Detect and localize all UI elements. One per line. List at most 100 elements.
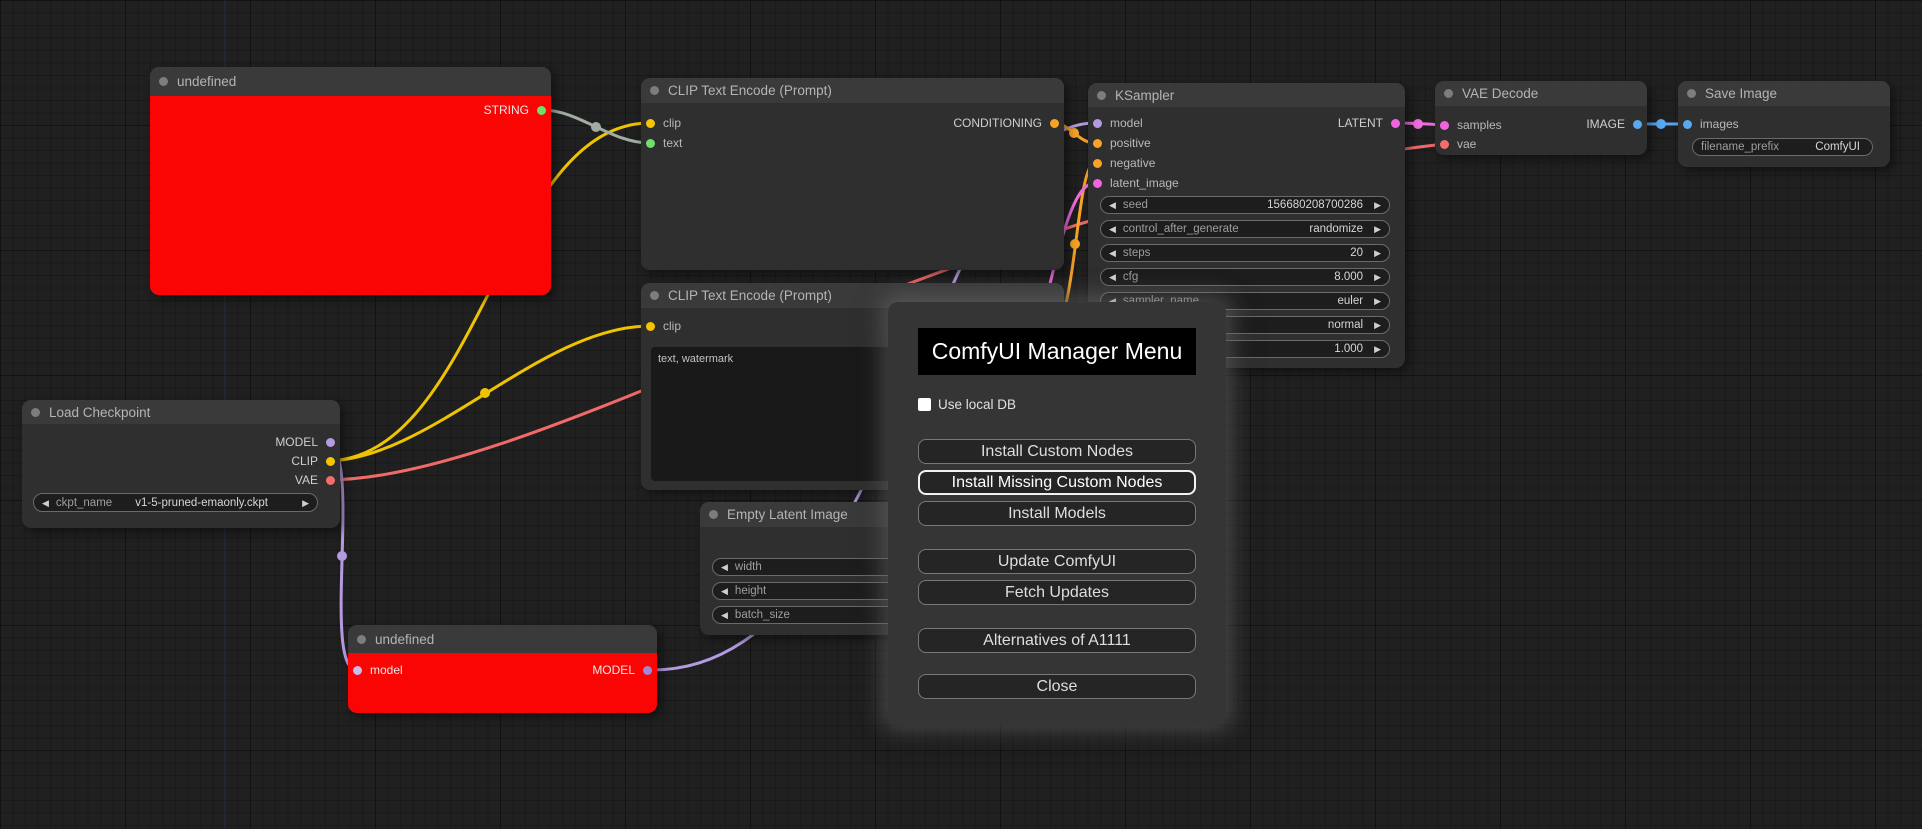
slot-dot[interactable] (1093, 178, 1102, 188)
node-vae-decode[interactable]: VAE Decode samples vae IMAGE (1435, 81, 1647, 155)
input-slot-clip[interactable]: clip (646, 114, 681, 132)
increment-arrow-icon[interactable] (1374, 319, 1381, 331)
node-title-bar[interactable]: undefined (150, 67, 551, 96)
output-slot-conditioning[interactable]: CONDITIONING (953, 114, 1059, 132)
widget-control-after-generate[interactable]: control_after_generate randomize (1100, 220, 1390, 238)
decrement-arrow-icon[interactable] (1109, 271, 1116, 283)
input-slot-model[interactable]: model (353, 661, 403, 679)
slot-dot[interactable] (643, 665, 652, 675)
decrement-arrow-icon[interactable] (721, 609, 728, 621)
increment-arrow-icon[interactable] (1374, 295, 1381, 307)
slot-dot[interactable] (1093, 158, 1102, 168)
collapse-dot-icon[interactable] (709, 510, 718, 519)
decrement-arrow-icon[interactable] (1109, 247, 1116, 259)
widget-steps[interactable]: steps 20 (1100, 244, 1390, 262)
decrement-arrow-icon[interactable] (721, 585, 728, 597)
widget-ckpt-name[interactable]: ckpt_name v1-5-pruned-emaonly.ckpt (33, 493, 318, 512)
node-save-image[interactable]: Save Image images filename_prefix ComfyU… (1678, 81, 1890, 167)
slot-label: clip (663, 116, 682, 130)
slot-dot[interactable] (1440, 120, 1449, 130)
input-slot-positive[interactable]: positive (1093, 134, 1151, 152)
node-title-bar[interactable]: undefined (348, 625, 657, 653)
slot-label: IMAGE (1586, 117, 1625, 131)
slot-dot[interactable] (1440, 139, 1449, 149)
alternatives-of-a1111-button[interactable]: Alternatives of A1111 (918, 628, 1196, 653)
update-comfyui-button[interactable]: Update ComfyUI (918, 549, 1196, 574)
slot-dot[interactable] (646, 321, 655, 331)
slot-dot[interactable] (646, 118, 655, 128)
slot-dot[interactable] (646, 138, 655, 148)
output-slot-clip[interactable]: CLIP (291, 452, 335, 470)
collapse-dot-icon[interactable] (159, 77, 168, 86)
collapse-dot-icon[interactable] (357, 634, 366, 644)
output-slot-image[interactable]: IMAGE (1586, 115, 1642, 133)
slot-dot[interactable] (1093, 118, 1102, 128)
collapse-dot-icon[interactable] (31, 407, 40, 417)
slot-dot[interactable] (353, 665, 362, 675)
slot-dot[interactable] (326, 475, 335, 485)
increment-arrow-icon[interactable] (1374, 271, 1381, 283)
node-title-bar[interactable]: Load Checkpoint (22, 400, 340, 424)
install-models-button[interactable]: Install Models (918, 501, 1196, 526)
slot-label: MODEL (592, 663, 635, 677)
output-slot-model[interactable]: MODEL (592, 661, 652, 679)
slot-dot[interactable] (1050, 118, 1059, 128)
decrement-arrow-icon[interactable] (1109, 199, 1116, 211)
input-slot-model[interactable]: model (1093, 114, 1143, 132)
widget-cfg[interactable]: cfg 8.000 (1100, 268, 1390, 286)
output-slot-latent[interactable]: LATENT (1338, 114, 1400, 132)
widget-filename-prefix[interactable]: filename_prefix ComfyUI (1692, 138, 1873, 156)
node-title-bar[interactable]: CLIP Text Encode (Prompt) (641, 78, 1064, 103)
increment-arrow-icon[interactable] (1374, 343, 1381, 355)
output-slot-model[interactable]: MODEL (275, 433, 335, 451)
slot-dot[interactable] (1633, 119, 1642, 129)
collapse-dot-icon[interactable] (1444, 89, 1453, 98)
install-missing-custom-nodes-button[interactable]: Install Missing Custom Nodes (918, 470, 1196, 495)
collapse-dot-icon[interactable] (650, 291, 659, 300)
increment-arrow-icon[interactable] (1374, 199, 1381, 211)
input-slot-latent-image[interactable]: latent_image (1093, 174, 1179, 192)
collapse-dot-icon[interactable] (1097, 90, 1106, 100)
decrement-arrow-icon[interactable] (1109, 223, 1116, 235)
increment-arrow-icon[interactable] (302, 497, 309, 509)
collapse-dot-icon[interactable] (650, 86, 659, 95)
close-button[interactable]: Close (918, 674, 1196, 699)
increment-arrow-icon[interactable] (1374, 247, 1381, 259)
input-slot-clip[interactable]: clip (646, 317, 681, 335)
slot-dot[interactable] (326, 437, 335, 447)
input-slot-samples[interactable]: samples (1440, 116, 1502, 134)
slot-dot[interactable] (1683, 119, 1692, 129)
node-undefined-bottom[interactable]: undefined model MODEL (348, 625, 657, 713)
decrement-arrow-icon[interactable] (42, 497, 49, 509)
use-local-db-row[interactable]: Use local DB (918, 397, 1196, 412)
node-canvas[interactable]: undefined STRING CLIP Text Encode (Promp… (0, 0, 1922, 829)
fetch-updates-button[interactable]: Fetch Updates (918, 580, 1196, 605)
slot-label: negative (1110, 156, 1156, 170)
node-title-bar[interactable]: KSampler (1088, 83, 1405, 107)
slot-dot[interactable] (1093, 138, 1102, 148)
node-undefined-top[interactable]: undefined STRING (150, 67, 551, 295)
install-custom-nodes-button[interactable]: Install Custom Nodes (918, 439, 1196, 464)
output-slot-string[interactable]: STRING (484, 101, 546, 119)
input-slot-negative[interactable]: negative (1093, 154, 1155, 172)
slot-dot[interactable] (1391, 118, 1400, 128)
use-local-db-checkbox[interactable] (918, 398, 931, 411)
input-slot-images[interactable]: images (1683, 115, 1739, 133)
input-slot-vae[interactable]: vae (1440, 135, 1476, 153)
node-title-bar[interactable]: Save Image (1678, 81, 1890, 106)
slot-label: images (1700, 117, 1739, 131)
node-title-bar[interactable]: VAE Decode (1435, 81, 1647, 106)
output-slot-vae[interactable]: VAE (295, 471, 335, 489)
decrement-arrow-icon[interactable] (721, 561, 728, 573)
slot-dot[interactable] (537, 105, 546, 115)
node-clip-text-encode-1[interactable]: CLIP Text Encode (Prompt) clip text COND… (641, 78, 1064, 270)
increment-arrow-icon[interactable] (1374, 223, 1381, 235)
widget-label: control_after_generate (1122, 223, 1239, 235)
slot-dot[interactable] (326, 456, 335, 466)
collapse-dot-icon[interactable] (1687, 89, 1696, 98)
widget-seed[interactable]: seed 156680208700286 (1100, 196, 1390, 214)
wire-midpoint-dot (480, 388, 490, 398)
node-load-checkpoint[interactable]: Load Checkpoint MODEL CLIP VAE ckpt_name… (22, 400, 340, 528)
input-slot-text[interactable]: text (646, 134, 682, 152)
slot-label: positive (1110, 136, 1151, 150)
